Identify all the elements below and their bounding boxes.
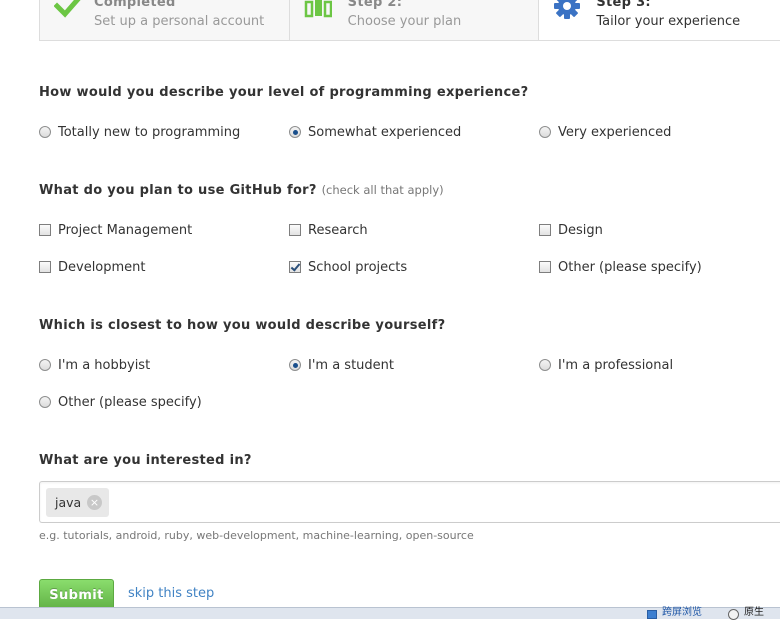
statusbar-text[interactable]: 原生 [744, 607, 764, 619]
interest-tag: java × [46, 488, 109, 517]
option-label: Project Management [58, 222, 193, 238]
interests-tag-input[interactable]: java × [39, 481, 780, 523]
radio-button[interactable] [539, 126, 551, 138]
option-label: I'm a professional [558, 357, 674, 373]
usage-option-other[interactable]: Other (please specify) [539, 257, 702, 277]
radio-button[interactable] [39, 359, 51, 371]
radio-button[interactable] [39, 126, 51, 138]
describe-option-professional[interactable]: I'm a professional [539, 355, 673, 375]
checkbox[interactable] [539, 224, 551, 236]
experience-question: How would you describe your level of pro… [39, 85, 529, 100]
globe-icon[interactable] [728, 609, 739, 620]
window-icon[interactable] [647, 610, 657, 619]
interests-question: What are you interested in? [39, 453, 252, 468]
option-label: Very experienced [558, 124, 672, 140]
step-description: Choose your plan [347, 14, 462, 29]
statusbar-text[interactable]: 跨屏浏览 [662, 607, 702, 619]
plan-icon [304, 0, 332, 18]
usage-option-project-management[interactable]: Project Management [39, 220, 192, 240]
step-description: Tailor your experience [596, 14, 741, 29]
radio-button-selected[interactable] [289, 126, 301, 138]
checkbox[interactable] [539, 261, 551, 273]
usage-option-design[interactable]: Design [539, 220, 603, 240]
step-title: Completed [94, 0, 176, 10]
usage-option-research[interactable]: Research [289, 220, 368, 240]
signup-steps: Completed Set up a personal account Step… [39, 0, 780, 41]
usage-option-development[interactable]: Development [39, 257, 146, 277]
gear-icon [554, 0, 581, 19]
experience-option-somewhat[interactable]: Somewhat experienced [289, 122, 461, 142]
remove-tag-icon[interactable]: × [87, 495, 102, 510]
describe-option-hobbyist[interactable]: I'm a hobbyist [39, 355, 150, 375]
interest-tag-label: java [55, 495, 82, 510]
option-label: Totally new to programming [58, 124, 241, 140]
describe-question: Which is closest to how you would descri… [39, 318, 446, 333]
usage-option-school-projects[interactable]: School projects [289, 257, 407, 277]
checkbox-checked[interactable] [289, 261, 301, 273]
step-tailor: Step 3: Tailor your experience [539, 0, 780, 40]
skip-step-link[interactable]: skip this step [128, 586, 214, 601]
radio-button-selected[interactable] [289, 359, 301, 371]
interests-hint: e.g. tutorials, android, ruby, web-devel… [39, 529, 474, 542]
describe-option-other[interactable]: Other (please specify) [39, 392, 202, 412]
option-label: Somewhat experienced [308, 124, 462, 140]
option-label: I'm a student [308, 357, 394, 373]
checkbox[interactable] [39, 261, 51, 273]
radio-button[interactable] [39, 396, 51, 408]
option-label: I'm a hobbyist [58, 357, 151, 373]
option-label: Other (please specify) [58, 394, 202, 410]
checkmark-icon [54, 0, 81, 18]
checkbox[interactable] [289, 224, 301, 236]
step-title: Step 2: [347, 0, 403, 10]
step-completed: Completed Set up a personal account [40, 0, 290, 40]
experience-option-very[interactable]: Very experienced [539, 122, 671, 142]
step-plan: Step 2: Choose your plan [290, 0, 540, 40]
usage-question-note: (check all that apply) [321, 183, 444, 197]
step-title: Step 3: [596, 0, 651, 10]
option-label: Other (please specify) [558, 259, 702, 275]
usage-question-text: What do you plan to use GitHub for? [39, 183, 317, 198]
option-label: Research [308, 222, 368, 238]
option-label: School projects [308, 259, 408, 275]
option-label: Design [558, 222, 603, 238]
radio-button[interactable] [539, 359, 551, 371]
browser-status-bar: 跨屏浏览 原生 [0, 607, 780, 620]
describe-option-student[interactable]: I'm a student [289, 355, 394, 375]
step-description: Set up a personal account [94, 14, 265, 29]
option-label: Development [58, 259, 146, 275]
checkbox[interactable] [39, 224, 51, 236]
usage-question: What do you plan to use GitHub for? (che… [39, 183, 444, 198]
experience-option-new[interactable]: Totally new to programming [39, 122, 240, 142]
